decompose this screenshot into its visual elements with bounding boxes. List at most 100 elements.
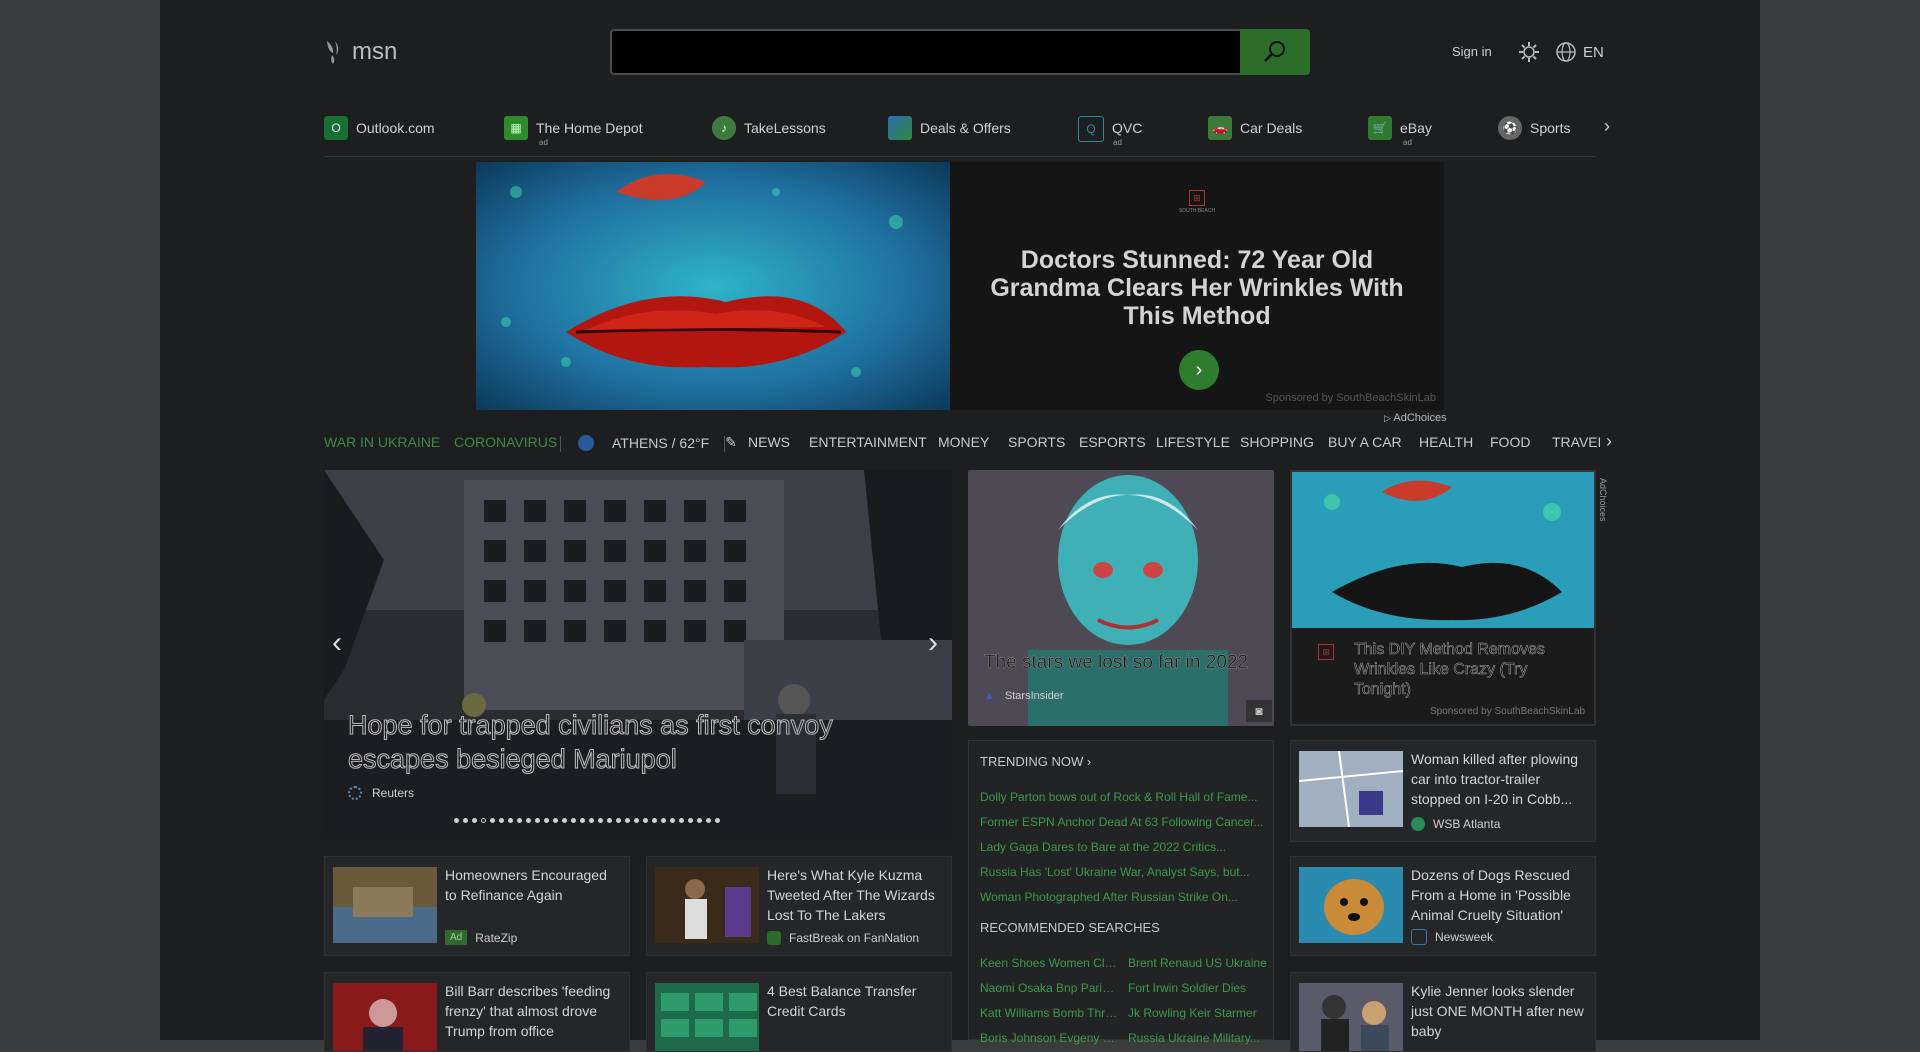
ad-cta-button[interactable]: › <box>1179 350 1219 390</box>
edit-pencil-icon[interactable]: ✎ <box>725 434 737 451</box>
category-shopping[interactable]: SHOPPING <box>1240 434 1314 450</box>
settings-button[interactable] <box>1518 41 1540 68</box>
sign-in-link[interactable]: Sign in <box>1452 44 1492 59</box>
news-card-kuzma[interactable]: Here's What Kyle Kuzma Tweeted After The… <box>646 856 952 956</box>
stars-card-headline[interactable]: The stars we lost so far in 2022 <box>984 652 1248 674</box>
ad-card-headline[interactable]: This DIY Method Removes Wrinkles Like Cr… <box>1354 640 1584 700</box>
trending-item[interactable]: Former ESPN Anchor Dead At 63 Following … <box>980 815 1263 829</box>
carousel-dot[interactable] <box>517 818 522 823</box>
recommended-search-item[interactable]: Keen Shoes Women Clea... <box>980 956 1120 970</box>
news-card-refinance[interactable]: Homeowners Encouraged to Refinance Again… <box>324 856 630 956</box>
takelessons-icon: ♪ <box>712 116 736 140</box>
category-food[interactable]: FOOD <box>1490 434 1530 450</box>
recommended-search-item[interactable]: Naomi Osaka Bnp Pariba... <box>980 981 1120 995</box>
news-card-barr[interactable]: Bill Barr describes 'feeding frenzy' tha… <box>324 972 630 1052</box>
recommended-search-item[interactable]: Jk Rowling Keir Starmer <box>1128 1006 1268 1020</box>
carousel-dot[interactable] <box>481 818 486 823</box>
category-esports[interactable]: ESPORTS <box>1079 434 1146 450</box>
category-entertainment[interactable]: ENTERTAINMENT <box>809 434 927 450</box>
carousel-dot[interactable] <box>589 818 594 823</box>
recommended-search-item[interactable]: Brent Renaud US Ukraine <box>1128 956 1268 970</box>
news-card-kylie[interactable]: Kylie Jenner looks slender just ONE MONT… <box>1290 972 1596 1052</box>
quick-link-deals[interactable]: Deals & Offers <box>888 116 1011 140</box>
search-button[interactable] <box>1240 29 1310 75</box>
weather-widget[interactable]: ATHENS / 62°F ✎ <box>578 434 737 451</box>
quick-link-home-depot[interactable]: ▦ The Home Depot ad <box>504 116 643 147</box>
carousel-dot[interactable] <box>490 818 495 823</box>
ad-banner-text-panel[interactable]: ⊞ SOUTH BEACH Doctors Stunned: 72 Year O… <box>950 162 1444 410</box>
search-input[interactable] <box>610 29 1310 75</box>
category-war-in-ukraine[interactable]: WAR IN UKRAINE <box>324 434 440 450</box>
carousel-dot[interactable] <box>679 818 684 823</box>
carousel-dot[interactable] <box>553 818 558 823</box>
hero-carousel[interactable] <box>324 470 952 840</box>
carousel-dot[interactable] <box>697 818 702 823</box>
carousel-dot[interactable] <box>688 818 693 823</box>
hero-headline[interactable]: Hope for trapped civilians as first conv… <box>348 708 908 776</box>
carousel-dot[interactable] <box>706 818 711 823</box>
carousel-dot[interactable] <box>580 818 585 823</box>
quick-link-qvc[interactable]: Q QVC ad <box>1078 116 1142 147</box>
carousel-dot[interactable] <box>535 818 540 823</box>
carousel-dot[interactable] <box>571 818 576 823</box>
quick-link-ebay[interactable]: 🛒 eBay ad <box>1368 116 1432 147</box>
carousel-dot[interactable] <box>544 818 549 823</box>
logo-text: msn <box>352 38 398 65</box>
category-money[interactable]: MONEY <box>938 434 989 450</box>
quick-link-takelessons[interactable]: ♪ TakeLessons <box>712 116 826 140</box>
recommended-search-item[interactable]: Fort Irwin Soldier Dies <box>1128 981 1268 995</box>
news-card-woman-killed[interactable]: Woman killed after plowing car into trac… <box>1290 740 1596 842</box>
carousel-dot[interactable] <box>616 818 621 823</box>
carousel-dot[interactable] <box>499 818 504 823</box>
category-buy-a-car[interactable]: BUY A CAR <box>1328 434 1402 450</box>
news-card-credit[interactable]: 4 Best Balance Transfer Credit Cards <box>646 972 952 1052</box>
carousel-dot[interactable] <box>607 818 612 823</box>
category-next-button[interactable]: › <box>1606 431 1612 452</box>
hero-prev-button[interactable]: ‹ <box>332 626 342 660</box>
carousel-dot[interactable] <box>715 818 720 823</box>
category-health[interactable]: HEALTH <box>1419 434 1473 450</box>
news-card-dogs[interactable]: Dozens of Dogs Rescued From a Home in 'P… <box>1290 856 1596 956</box>
recommended-search-item[interactable]: Russia Ukraine Military... <box>1128 1031 1268 1045</box>
msn-logo[interactable]: msn <box>324 38 397 66</box>
category-sports[interactable]: SPORTS <box>1008 434 1065 450</box>
trending-item[interactable]: Lady Gaga Dares to Bare at the 2022 Crit… <box>980 840 1226 854</box>
recommended-search-item[interactable]: Katt Williams Bomb Threat <box>980 1006 1120 1020</box>
carousel-dot[interactable] <box>508 818 513 823</box>
quick-links-next-button[interactable]: › <box>1604 116 1610 137</box>
quick-link-label: TakeLessons <box>744 120 826 136</box>
carousel-dot[interactable] <box>463 818 468 823</box>
carousel-dot[interactable] <box>625 818 630 823</box>
trending-item[interactable]: Woman Photographed After Russian Strike … <box>980 890 1238 904</box>
category-travel[interactable]: TRAVEL <box>1552 434 1600 450</box>
quick-link-outlook[interactable]: O Outlook.com <box>324 116 435 140</box>
category-news[interactable]: NEWS <box>748 434 790 450</box>
weather-globe-icon <box>578 434 594 451</box>
carousel-dot[interactable] <box>661 818 666 823</box>
hero-source[interactable]: Reuters <box>348 786 414 800</box>
trending-heading[interactable]: TRENDING NOW › <box>980 754 1091 769</box>
carousel-dot[interactable] <box>526 818 531 823</box>
trending-item[interactable]: Dolly Parton bows out of Rock & Roll Hal… <box>980 790 1257 804</box>
hero-next-button[interactable]: › <box>928 626 938 660</box>
carousel-dot[interactable] <box>643 818 648 823</box>
carousel-dot[interactable] <box>634 818 639 823</box>
stars-card[interactable] <box>968 470 1274 726</box>
carousel-dot[interactable] <box>670 818 675 823</box>
trending-item[interactable]: Russia Has 'Lost' Ukraine War, Analyst S… <box>980 865 1250 879</box>
carousel-dot[interactable] <box>598 818 603 823</box>
adchoices-link[interactable]: ▷ AdChoices <box>1384 412 1447 424</box>
quick-link-sports[interactable]: ⚽ Sports <box>1498 116 1570 140</box>
quick-link-car-deals[interactable]: 🚗 Car Deals <box>1208 116 1302 140</box>
ad-card-adchoices[interactable]: AdChoices <box>1598 478 1608 522</box>
recommended-search-item[interactable]: Boris Johnson Evgeny Le... <box>980 1031 1120 1045</box>
carousel-dot[interactable] <box>562 818 567 823</box>
carousel-dot[interactable] <box>472 818 477 823</box>
category-lifestyle[interactable]: LIFESTYLE <box>1156 434 1230 450</box>
carousel-dot[interactable] <box>652 818 657 823</box>
ad-banner-image[interactable] <box>476 162 950 410</box>
language-selector[interactable]: EN <box>1555 41 1604 63</box>
category-coronavirus[interactable]: CORONAVIRUS <box>454 434 557 450</box>
carousel-dot[interactable] <box>454 818 459 823</box>
stars-card-source[interactable]: ▲ StarsInsider <box>984 690 1064 702</box>
